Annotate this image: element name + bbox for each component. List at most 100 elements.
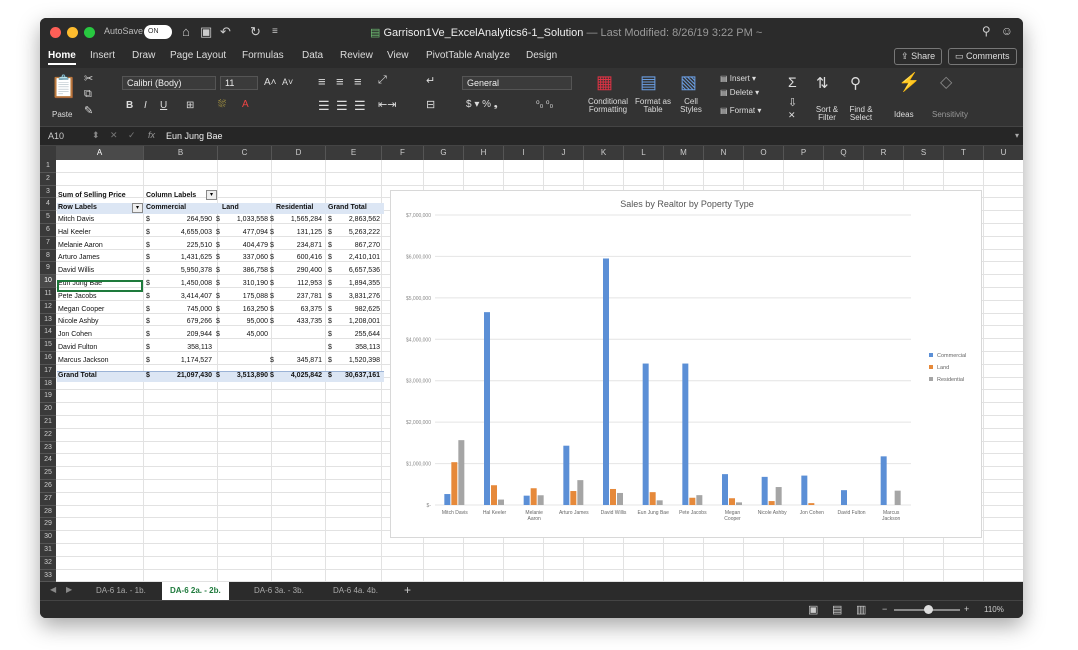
pivot-cell-commercial[interactable]: 4,655,003 (152, 227, 212, 239)
bar-commercial[interactable] (722, 474, 728, 505)
minimize-window-button[interactable] (67, 27, 78, 38)
pivot-cell-commercial[interactable]: 679,266 (152, 316, 212, 328)
fill-color-icon[interactable]: ⛆ (218, 99, 226, 110)
tab-page-layout[interactable]: Page Layout (170, 50, 226, 61)
row-header-10[interactable]: 10 (40, 275, 56, 288)
home-icon[interactable]: ⌂ (182, 24, 190, 39)
row-header-12[interactable]: 12 (40, 301, 56, 314)
col-header-grand-total[interactable]: Grand Total (328, 202, 367, 214)
paste-icon[interactable]: 📋 (50, 74, 77, 100)
cut-icon[interactable]: ✂ (84, 72, 93, 85)
pivot-cell-commercial[interactable]: 209,944 (152, 329, 212, 341)
row-header-22[interactable]: 22 (40, 429, 56, 442)
pivot-cell-residential[interactable]: 433,735 (276, 316, 322, 328)
ideas-label[interactable]: Ideas (894, 110, 914, 119)
bar-commercial[interactable] (563, 445, 570, 505)
row-header-4[interactable]: 4 (40, 198, 56, 212)
bar-commercial[interactable] (682, 363, 689, 505)
share-button[interactable]: ⇪ Share (894, 48, 943, 65)
column-header-n[interactable]: N (704, 146, 744, 160)
tab-design[interactable]: Design (526, 50, 557, 61)
row-header-8[interactable]: 8 (40, 250, 56, 263)
pivot-cell-land[interactable]: 477,094 (220, 227, 268, 239)
bar-residential[interactable] (458, 440, 465, 505)
col-header-commercial[interactable]: Commercial (146, 202, 186, 214)
italic-button[interactable]: I (144, 100, 147, 111)
bar-residential[interactable] (696, 495, 703, 505)
pivot-cell-land[interactable]: 386,758 (220, 265, 268, 277)
pivot-row-name[interactable]: Megan Cooper (58, 304, 142, 316)
pivot-cell-land[interactable]: 404,479 (220, 240, 268, 252)
undo-icon[interactable]: ↶ (220, 24, 231, 40)
clear-icon[interactable]: ✕ (788, 110, 796, 121)
column-header-h[interactable]: H (464, 146, 504, 160)
name-box[interactable]: A10 (48, 131, 64, 141)
pivot-cell-commercial[interactable]: 358,113 (152, 342, 212, 354)
zoom-window-button[interactable] (84, 27, 95, 38)
pivot-cell-land[interactable]: 95,000 (220, 316, 268, 328)
find-select-label[interactable]: Find & Select (846, 106, 876, 122)
tab-formulas[interactable]: Formulas (242, 50, 284, 61)
zoom-in-icon[interactable]: + (964, 604, 969, 614)
row-header-28[interactable]: 28 (40, 506, 56, 519)
bold-button[interactable]: B (126, 100, 133, 111)
pivot-cell-total[interactable]: 1,894,355 (332, 278, 380, 290)
bar-land[interactable] (649, 492, 656, 505)
borders-icon[interactable]: ⊞ (186, 100, 194, 111)
bar-land[interactable] (530, 488, 537, 505)
wrap-text-icon[interactable]: ↵ (426, 74, 435, 87)
row-header-19[interactable]: 19 (40, 390, 56, 404)
format-as-table-label[interactable]: Format as Table (634, 98, 672, 114)
pivot-cell-commercial[interactable]: 1,174,527 (152, 355, 212, 367)
pivot-row-name[interactable]: Hal Keeler (58, 227, 142, 239)
pivot-cell-residential[interactable]: 131,125 (276, 227, 322, 239)
grand-total-residential[interactable]: 4,025,842 (276, 370, 322, 382)
name-box-stepper-icon[interactable]: ⬍ (92, 130, 100, 141)
tab-home[interactable]: Home (48, 50, 76, 65)
sort-filter-label[interactable]: Sort & Filter (812, 106, 842, 122)
align-center-icon[interactable]: ☰ (336, 98, 348, 114)
autosave-toggle[interactable]: ON (144, 25, 172, 39)
bar-residential[interactable] (656, 500, 663, 505)
column-header-s[interactable]: S (904, 146, 944, 160)
decimal-icon[interactable]: ⁰₀ ⁰₀ (536, 99, 553, 110)
row-header-23[interactable]: 23 (40, 442, 56, 455)
pivot-cell-total[interactable]: 982,625 (332, 304, 380, 316)
tab-pivottable-analyze[interactable]: PivotTable Analyze (426, 50, 510, 61)
bar-residential[interactable] (736, 502, 742, 505)
confirm-entry-icon[interactable]: ✓ (128, 130, 136, 141)
pivot-header-column-labels[interactable]: Column Labels (146, 190, 196, 202)
normal-view-icon[interactable]: ▣ (808, 603, 818, 616)
pivot-cell-land[interactable]: 175,088 (220, 291, 268, 303)
zoom-slider-thumb[interactable] (924, 605, 933, 614)
pivot-row-labels[interactable]: Row Labels (58, 202, 97, 214)
pivot-cell-land[interactable]: 310,190 (220, 278, 268, 290)
column-header-j[interactable]: J (544, 146, 584, 160)
prev-sheet-icon[interactable]: ◀ (50, 585, 56, 594)
indent-icon[interactable]: ⇤⇥ (378, 98, 396, 111)
next-sheet-icon[interactable]: ▶ (66, 585, 72, 594)
row-header-15[interactable]: 15 (40, 339, 56, 352)
row-header-14[interactable]: 14 (40, 326, 56, 340)
bar-commercial[interactable] (603, 258, 609, 505)
column-header-r[interactable]: R (864, 146, 904, 160)
row-header-13[interactable]: 13 (40, 314, 56, 327)
bar-land[interactable] (491, 485, 497, 505)
row-header-7[interactable]: 7 (40, 237, 56, 250)
column-labels-filter-button[interactable]: ▾ (206, 190, 217, 200)
bar-land[interactable] (729, 498, 735, 505)
row-labels-filter-button[interactable]: ▾ (132, 203, 143, 213)
pivot-cell-total[interactable]: 6,657,536 (332, 265, 380, 277)
pivot-row-name[interactable]: Jon Cohen (58, 329, 142, 341)
format-painter-icon[interactable]: ✎ (84, 104, 93, 117)
bar-commercial[interactable] (841, 490, 847, 505)
pivot-cell-land[interactable]: 1,033,558 (220, 214, 268, 226)
cancel-entry-icon[interactable]: ✕ (110, 130, 118, 141)
comments-button[interactable]: ▭ Comments (948, 48, 1017, 65)
bar-commercial[interactable] (484, 312, 490, 505)
pivot-row-name[interactable]: Arturo James (58, 252, 142, 264)
bar-land[interactable] (451, 462, 458, 505)
bar-residential[interactable] (775, 487, 782, 505)
row-header-30[interactable]: 30 (40, 531, 56, 544)
pivot-cell-residential[interactable]: 290,400 (276, 265, 322, 277)
